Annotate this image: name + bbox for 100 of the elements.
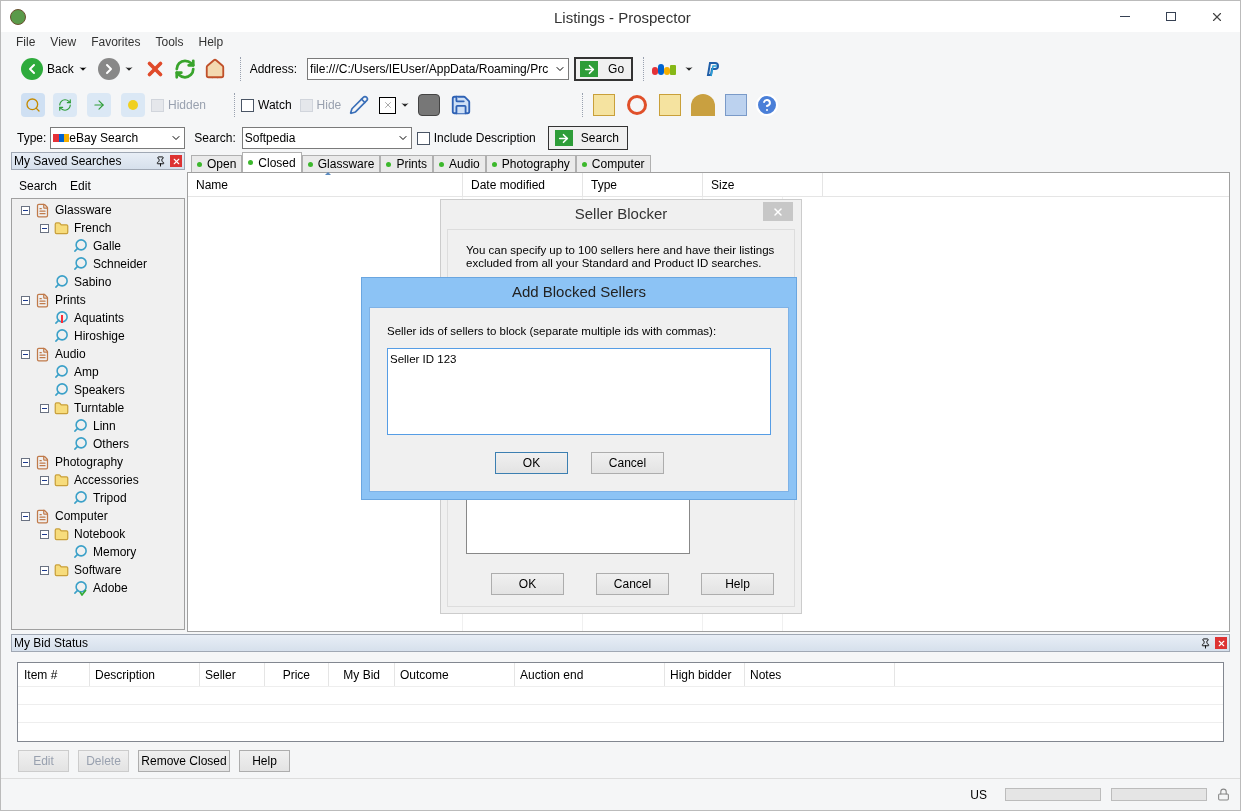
collapse-toggle[interactable] [21, 349, 30, 359]
dropdown-arrow-icon[interactable] [400, 100, 411, 110]
tree-item[interactable]: Amp [74, 363, 99, 381]
collapse-toggle[interactable] [40, 403, 49, 413]
tree-item[interactable]: Software [74, 561, 122, 579]
ebay-logo-icon[interactable] [652, 62, 679, 76]
watch-checkbox[interactable] [241, 98, 255, 112]
document-icon [35, 508, 50, 524]
dropdown-arrow-icon[interactable] [123, 64, 134, 74]
tree-item[interactable]: Speakers [74, 381, 125, 399]
column-header[interactable]: Date modified [463, 173, 583, 196]
tab[interactable]: Prints [380, 155, 434, 172]
tab[interactable]: Audio [433, 155, 486, 172]
address-field[interactable]: file:///C:/Users/IEUser/AppData/Roaming/Prc [307, 58, 570, 80]
tree-item[interactable]: Hiroshige [74, 327, 125, 345]
menu-item[interactable]: File [16, 33, 36, 51]
pin-icon[interactable] [155, 155, 166, 167]
tab[interactable]: Closed [242, 152, 302, 172]
address-label: Address: [249, 61, 298, 78]
column-header[interactable]: Type [583, 173, 703, 196]
tree-item[interactable]: Glassware [55, 201, 112, 219]
tree-item[interactable]: Photography [55, 453, 124, 471]
tree-item[interactable]: Prints [55, 291, 86, 309]
dialog-button[interactable]: Cancel [591, 452, 664, 475]
column-header[interactable]: Description [90, 663, 200, 686]
back-button[interactable]: Back [21, 58, 88, 80]
save-icon[interactable] [450, 94, 473, 116]
menu-item[interactable]: Tools [155, 33, 184, 51]
collapse-toggle[interactable] [40, 565, 49, 575]
dialog-button[interactable]: OK [491, 573, 564, 595]
menu-item[interactable]: View [50, 33, 77, 51]
clear-icon[interactable] [379, 96, 397, 114]
go-button[interactable]: Go [574, 57, 634, 81]
tab[interactable]: Computer [575, 155, 651, 172]
column-header[interactable]: Notes [745, 663, 895, 686]
column-header[interactable]: Auction end [515, 663, 665, 686]
edit-notes-icon[interactable] [349, 95, 370, 115]
collapse-toggle[interactable] [40, 529, 49, 539]
tab[interactable]: Photography [485, 155, 576, 172]
collapse-toggle[interactable] [40, 223, 49, 233]
tree-item[interactable]: Tripod [93, 489, 127, 507]
include-description-checkbox[interactable] [416, 131, 430, 145]
collapse-toggle[interactable] [21, 295, 30, 305]
search-field[interactable]: Softpedia [241, 127, 412, 149]
tab[interactable]: Glassware [301, 155, 381, 172]
tree-item[interactable]: French [74, 219, 112, 237]
column-header[interactable]: Size [703, 173, 823, 196]
paypal-logo-icon[interactable] [704, 61, 721, 77]
column-header[interactable]: Name [188, 173, 463, 196]
type-dropdown[interactable]: eBay Search [50, 127, 186, 149]
column-header[interactable]: Price [265, 663, 329, 686]
folder-icon [54, 220, 69, 236]
pin-icon[interactable] [1200, 637, 1211, 649]
column-header[interactable]: My Bid [329, 663, 395, 686]
magnifier-icon [54, 382, 70, 398]
tree-item[interactable]: Linn [93, 417, 116, 435]
hide-label: Hide [316, 97, 342, 114]
pane-menu-item[interactable]: Search [19, 177, 58, 195]
column-header[interactable]: High bidder [665, 663, 745, 686]
tree-item[interactable]: Sabino [74, 273, 112, 291]
tree-item[interactable]: Accessories [74, 471, 139, 489]
tree-item[interactable]: Notebook [74, 525, 126, 543]
column-header[interactable]: Seller [200, 663, 265, 686]
tree-item[interactable]: Audio [55, 345, 86, 363]
dropdown-arrow-icon[interactable] [684, 64, 695, 74]
dialog-button[interactable]: Help [701, 573, 774, 595]
column-header[interactable]: Item # [18, 663, 90, 686]
seller-ids-field[interactable]: Seller ID 123 [387, 348, 771, 436]
menu-item[interactable]: Help [198, 33, 224, 51]
tree-item[interactable]: Adobe [93, 579, 128, 597]
tree-item[interactable]: Schneider [93, 255, 148, 273]
tree-item[interactable]: Aquatints [74, 309, 125, 327]
pane-menu-item[interactable]: Edit [70, 177, 91, 195]
dialog-button[interactable]: Cancel [596, 573, 669, 595]
tab[interactable]: Open [191, 155, 243, 172]
hidden-label: Hidden [168, 97, 207, 114]
magnifier-icon [54, 364, 70, 380]
collapse-toggle[interactable] [21, 511, 30, 521]
collapse-toggle[interactable] [40, 475, 49, 485]
collapse-toggle[interactable] [21, 457, 30, 467]
tree-item[interactable]: Others [93, 435, 129, 453]
menu-item[interactable]: Favorites [91, 33, 141, 51]
action-button[interactable]: Remove Closed [138, 750, 230, 772]
close-button[interactable] [1215, 637, 1227, 649]
tree-item[interactable]: Turntable [74, 399, 125, 417]
action-button[interactable]: Help [239, 750, 290, 772]
collapse-toggle[interactable] [21, 205, 30, 215]
column-header[interactable]: Outcome [395, 663, 515, 686]
tree-item[interactable]: Computer [55, 507, 108, 525]
home-icon[interactable] [203, 58, 226, 80]
dialog-button[interactable]: OK [495, 452, 568, 475]
tree-item[interactable]: Galle [93, 237, 121, 255]
refresh-icon[interactable] [173, 58, 196, 80]
document-icon [35, 202, 50, 218]
search-button[interactable]: Search [547, 126, 628, 150]
help-icon[interactable] [755, 93, 780, 117]
folder-icon [54, 526, 69, 542]
close-button[interactable] [170, 155, 182, 167]
tree-item[interactable]: Memory [93, 543, 137, 561]
refresh-document-icon[interactable] [53, 93, 77, 117]
